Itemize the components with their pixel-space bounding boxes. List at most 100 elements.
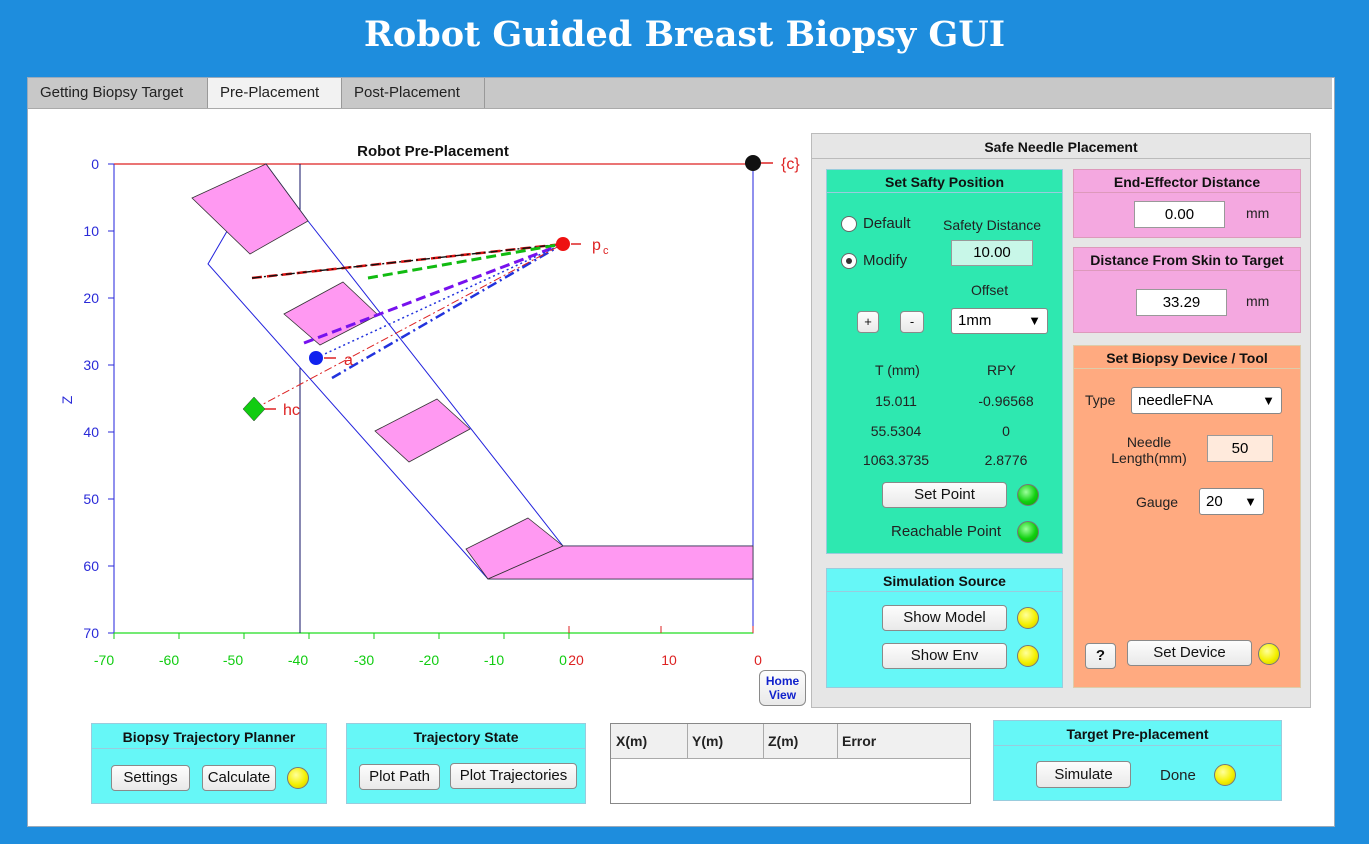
end-effector-distance-panel: End-Effector Distance 0.00 mm bbox=[1073, 169, 1301, 238]
z-axis-label: Z bbox=[59, 395, 75, 404]
show-model-button[interactable]: Show Model bbox=[882, 605, 1007, 631]
x-tick: -40 bbox=[288, 652, 308, 668]
show-env-button[interactable]: Show Env bbox=[882, 643, 1007, 669]
offset-dropdown[interactable]: 1mm ▼ bbox=[951, 308, 1048, 334]
x-tick-red: 0 bbox=[754, 652, 762, 668]
t-value-z: 1063.3735 bbox=[862, 452, 930, 468]
rpy-value-y: 2.8776 bbox=[984, 452, 1028, 468]
gauge-dropdown[interactable]: 20 ▼ bbox=[1199, 488, 1264, 515]
show-model-lamp bbox=[1017, 607, 1039, 629]
skin-target-distance-title: Distance From Skin to Target bbox=[1090, 252, 1284, 268]
column-header-z: Z(m) bbox=[768, 733, 799, 749]
set-point-status-lamp bbox=[1017, 484, 1039, 506]
skin-target-distance-panel: Distance From Skin to Target 33.29 mm bbox=[1073, 247, 1301, 333]
default-radio[interactable] bbox=[841, 216, 857, 232]
a-label: a bbox=[344, 352, 353, 369]
chevron-down-icon: ▼ bbox=[1244, 494, 1257, 509]
simulation-source-title: Simulation Source bbox=[883, 573, 1006, 589]
home-view-line2: View bbox=[768, 688, 797, 702]
home-view-button[interactable]: Home View bbox=[759, 670, 806, 706]
safety-distance-field[interactable]: 10.00 bbox=[951, 240, 1033, 266]
x-tick: -10 bbox=[484, 652, 504, 668]
decrement-button[interactable]: - bbox=[900, 311, 924, 333]
plot-title: Robot Pre-Placement bbox=[357, 143, 509, 160]
settings-button[interactable]: Settings bbox=[111, 765, 190, 791]
pc-label: p bbox=[592, 237, 601, 254]
end-effector-unit: mm bbox=[1246, 205, 1270, 221]
home-view-line1: Home bbox=[765, 674, 800, 688]
needle-length-label-line2: Length(mm) bbox=[1111, 450, 1187, 466]
show-env-lamp bbox=[1017, 645, 1039, 667]
x-tick: -70 bbox=[94, 652, 114, 668]
end-effector-distance-field[interactable]: 0.00 bbox=[1134, 201, 1225, 228]
hc-marker bbox=[242, 396, 266, 422]
modify-label: Modify bbox=[863, 252, 908, 269]
x-tick: 0 bbox=[559, 652, 567, 668]
pc-marker bbox=[556, 237, 570, 251]
x-tick-red: 20 bbox=[568, 652, 584, 668]
column-header-y: Y(m) bbox=[692, 733, 724, 749]
simulate-button[interactable]: Simulate bbox=[1036, 761, 1131, 788]
trajectory-state-title: Trajectory State bbox=[413, 729, 519, 745]
plot-trajectories-button[interactable]: Plot Trajectories bbox=[450, 763, 577, 789]
done-lamp bbox=[1214, 764, 1236, 786]
x-tick: -30 bbox=[354, 652, 374, 668]
rpy-value-r: -0.96568 bbox=[978, 393, 1034, 409]
results-table: X(m) Y(m) Z(m) Error bbox=[610, 723, 971, 804]
t-header: T (mm) bbox=[875, 362, 920, 378]
safety-distance-label: Safety Distance bbox=[943, 217, 1042, 233]
gauge-label: Gauge bbox=[1136, 494, 1179, 510]
z-tick: 40 bbox=[83, 424, 99, 440]
rpy-value-p: 0 bbox=[1002, 423, 1010, 439]
default-label: Default bbox=[863, 215, 911, 232]
plot-path-button[interactable]: Plot Path bbox=[359, 764, 440, 790]
set-point-button[interactable]: Set Point bbox=[882, 482, 1007, 508]
robot-plot: Robot Pre-Placement 0 10 20 30 40 50 60 … bbox=[59, 143, 800, 668]
type-label: Type bbox=[1085, 392, 1116, 408]
target-preplacement-panel: Target Pre-placement Simulate Done bbox=[993, 720, 1282, 801]
trajectory-planner-title: Biopsy Trajectory Planner bbox=[122, 729, 296, 745]
t-value-y: 55.5304 bbox=[870, 423, 922, 439]
offset-value: 1mm bbox=[958, 312, 992, 329]
calculate-button[interactable]: Calculate bbox=[202, 765, 276, 791]
needle-length-field[interactable]: 50 bbox=[1207, 435, 1273, 462]
modify-radio[interactable] bbox=[841, 253, 857, 269]
main-window: Getting Biopsy Target Pre-Placement Post… bbox=[27, 77, 1335, 827]
target-preplacement-title: Target Pre-placement bbox=[1066, 726, 1209, 742]
pc-subscript: c bbox=[603, 245, 609, 257]
hc-label: hc bbox=[283, 402, 300, 419]
safety-position-title: Set Safty Position bbox=[884, 174, 1005, 190]
trajectory-green bbox=[367, 242, 564, 280]
needle-length-label: Needle Length(mm) bbox=[1099, 434, 1199, 466]
z-tick: 30 bbox=[83, 357, 99, 373]
chevron-down-icon: ▼ bbox=[1028, 313, 1041, 328]
c-frame-marker bbox=[745, 155, 761, 171]
set-device-button[interactable]: Set Device bbox=[1127, 640, 1252, 666]
help-button[interactable]: ? bbox=[1085, 643, 1116, 669]
offset-label: Offset bbox=[971, 282, 1009, 298]
biopsy-device-title: Set Biopsy Device / Tool bbox=[1106, 350, 1268, 366]
x-tick: -50 bbox=[223, 652, 243, 668]
done-label: Done bbox=[1160, 767, 1196, 784]
gauge-value: 20 bbox=[1206, 493, 1223, 510]
increment-button[interactable]: + bbox=[857, 311, 879, 333]
rpy-header: RPY bbox=[987, 362, 1016, 378]
z-tick: 10 bbox=[83, 223, 99, 239]
trajectory-planner-panel: Biopsy Trajectory Planner Settings Calcu… bbox=[91, 723, 327, 804]
needle-length-label-line1: Needle bbox=[1126, 434, 1172, 450]
z-tick: 60 bbox=[83, 558, 99, 574]
column-header-x: X(m) bbox=[616, 733, 648, 749]
app-title: Robot Guided Breast Biopsy GUI bbox=[363, 14, 1006, 55]
safe-needle-placement-panel: Safe Needle Placement Set Safty Position… bbox=[811, 133, 1311, 708]
device-type-value: needleFNA bbox=[1138, 392, 1214, 409]
skin-target-unit: mm bbox=[1246, 293, 1270, 309]
safe-needle-placement-title: Safe Needle Placement bbox=[984, 139, 1138, 155]
end-effector-distance-title: End-Effector Distance bbox=[1113, 174, 1261, 190]
x-tick-red: 10 bbox=[661, 652, 677, 668]
device-type-dropdown[interactable]: needleFNA ▼ bbox=[1131, 387, 1282, 414]
z-tick: 20 bbox=[83, 290, 99, 306]
skin-target-distance-field[interactable]: 33.29 bbox=[1136, 289, 1227, 316]
trajectory-state-panel: Trajectory State Plot Path Plot Trajecto… bbox=[346, 723, 586, 804]
t-value-x: 15.011 bbox=[875, 393, 917, 409]
z-tick: 70 bbox=[83, 625, 99, 641]
